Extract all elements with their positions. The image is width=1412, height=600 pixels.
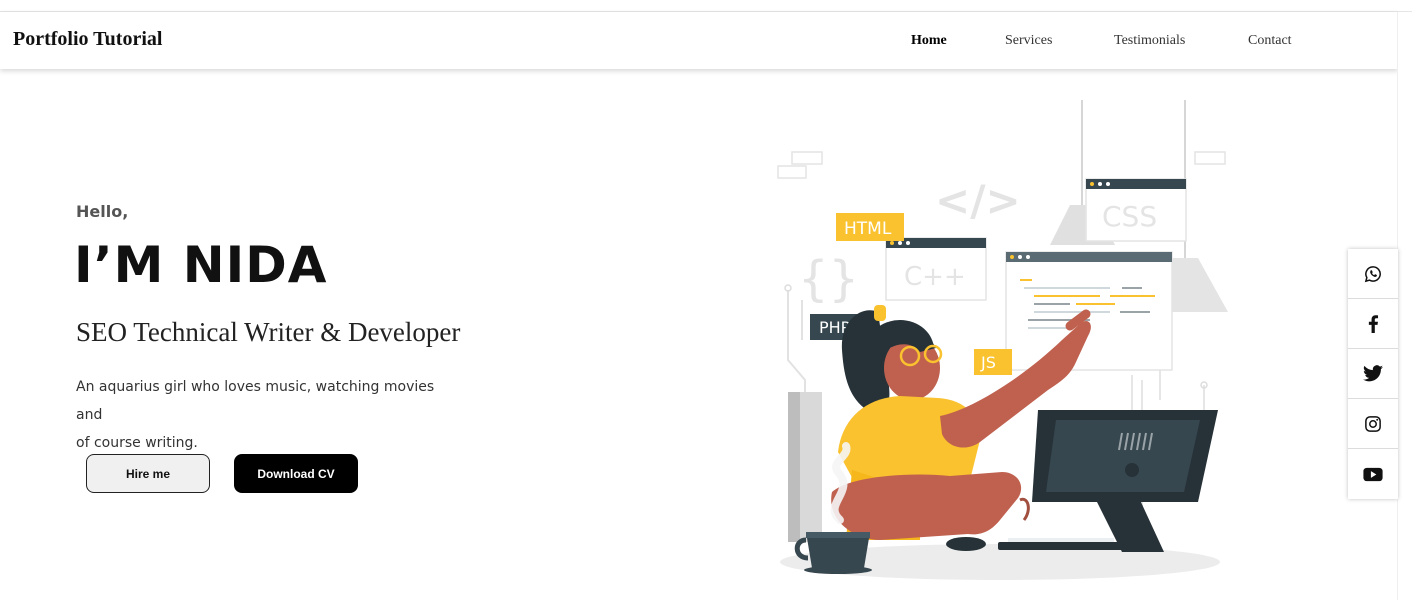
hero-bio-line: of course writing. — [76, 435, 198, 451]
nav-home[interactable]: Home — [911, 33, 947, 49]
hero-bio-line: An aquarius girl who loves music, watchi… — [76, 379, 435, 423]
code-glyph: </> — [935, 176, 1021, 225]
facebook-icon — [1368, 314, 1379, 333]
page-scrollbar[interactable] — [1397, 12, 1412, 600]
nav-testimonials[interactable]: Testimonials — [1114, 33, 1185, 49]
hire-me-button[interactable]: Hire me — [86, 454, 210, 493]
css-tag: CSS — [1102, 200, 1157, 233]
whatsapp-icon — [1364, 265, 1381, 282]
navbar: Portfolio Tutorial Home Services Testimo… — [0, 12, 1398, 69]
youtube-link[interactable] — [1348, 449, 1398, 499]
hero-bio: An aquarius girl who loves music, watchi… — [76, 373, 456, 457]
browser-top-strip — [0, 0, 1412, 12]
nav-services[interactable]: Services — [1005, 33, 1052, 49]
braces-glyph: {} — [798, 251, 859, 307]
cpp-tag: C++ — [904, 262, 966, 292]
hero-role: SEO Technical Writer & Developer — [76, 317, 461, 347]
download-cv-button[interactable]: Download CV — [234, 454, 358, 493]
hero-name: I’M NIDA — [74, 236, 328, 294]
nav-contact[interactable]: Contact — [1248, 33, 1292, 49]
html-tag: HTML — [844, 219, 892, 239]
developer-illustration: </> {} CSS C++ HTML PHP JS — [777, 100, 1228, 580]
social-sidebar — [1348, 249, 1398, 499]
hero-greeting: Hello, — [76, 202, 129, 221]
facebook-link[interactable] — [1348, 299, 1398, 349]
instagram-link[interactable] — [1348, 399, 1398, 449]
js-tag: JS — [980, 353, 996, 372]
youtube-icon — [1363, 467, 1383, 481]
instagram-icon — [1365, 415, 1381, 432]
twitter-link[interactable] — [1348, 349, 1398, 399]
whatsapp-link[interactable] — [1348, 249, 1398, 299]
brand-logo[interactable]: Portfolio Tutorial — [13, 28, 162, 51]
twitter-icon — [1363, 365, 1383, 382]
